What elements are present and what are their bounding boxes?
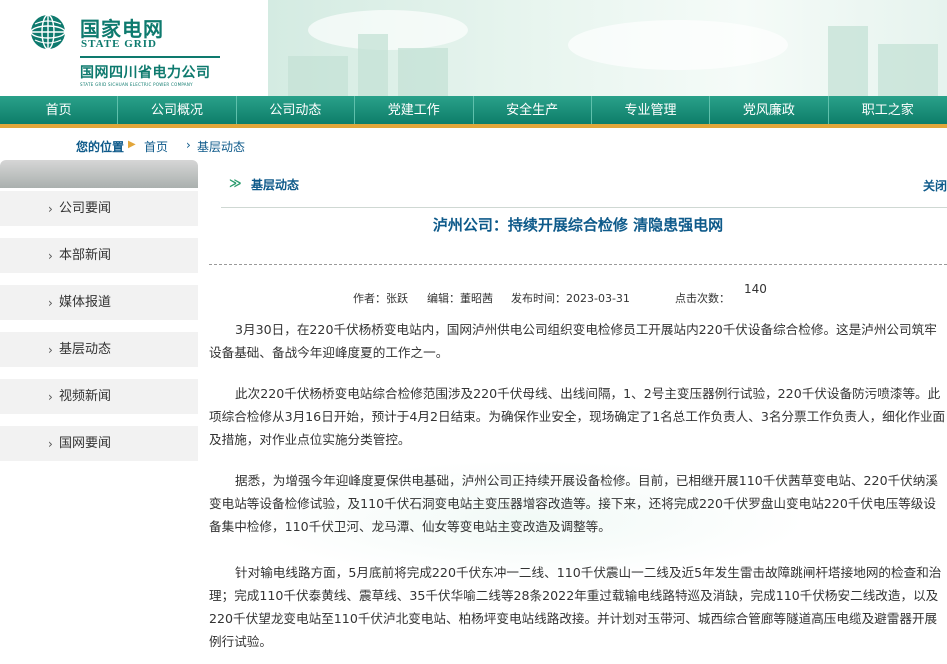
sidebar-item-label: 媒体报道 <box>59 295 112 310</box>
banner-building <box>288 56 348 96</box>
nav-item-integrity[interactable]: 党风廉政 <box>710 96 829 124</box>
breadcrumb: 您的位置 ▶ 首页 › 基层动态 <box>0 132 947 160</box>
breadcrumb-label: 您的位置 <box>76 140 125 154</box>
sidebar-item-label: 基层动态 <box>59 342 112 357</box>
article-date: 发布时间：2023-03-31 <box>511 292 630 305</box>
logo-company-english: STATE GRID SICHUAN ELECTRIC POWER COMPAN… <box>80 82 193 87</box>
nav-item-company-news[interactable]: 公司动态 <box>237 96 356 124</box>
article-paragraph: 3月30日，在220千伏杨桥变电站内，国网泸州供电公司组织变电检修员工开展站内2… <box>209 322 937 360</box>
sidebar-item-state-grid-news[interactable]: › 国网要闻 <box>0 426 198 467</box>
section-title: 基层动态 <box>251 178 300 192</box>
logo-area[interactable]: 国家电网 STATE GRID 国网四川省电力公司 STATE GRID SIC… <box>0 0 268 96</box>
sidebar-item-video-news[interactable]: › 视频新闻 <box>0 379 198 420</box>
click-count-label: 点击次数： <box>675 292 730 305</box>
sidebar-item-hq-news[interactable]: › 本部新闻 <box>0 238 198 279</box>
breadcrumb-home-link[interactable]: 首页 <box>144 138 168 155</box>
chevron-right-icon: › <box>48 390 53 404</box>
nav-item-management[interactable]: 专业管理 <box>592 96 711 124</box>
nav-item-home[interactable]: 首页 <box>0 96 119 124</box>
breadcrumb-current-link[interactable]: 基层动态 <box>197 138 245 155</box>
site-header: 国家电网 STATE GRID 国网四川省电力公司 STATE GRID SIC… <box>0 0 947 96</box>
sidebar-item-grassroots-news[interactable]: › 基层动态 <box>0 332 198 373</box>
chevron-right-icon: › <box>48 296 53 310</box>
article-author: 作者：张跃 <box>353 292 408 305</box>
section-divider <box>221 207 947 208</box>
sidebar-item-label: 公司要闻 <box>59 201 112 216</box>
sidebar-item-label: 视频新闻 <box>59 389 112 404</box>
logo-company-name: 国网四川省电力公司 <box>80 65 211 81</box>
article-editor: 编辑：董昭茜 <box>427 292 493 305</box>
chevron-right-icon: › <box>48 343 53 357</box>
banner-building <box>878 44 938 96</box>
sidebar: › 公司要闻 › 本部新闻 › 媒体报道 › 基层动态 › 视频新闻 › 国网要… <box>0 160 198 664</box>
nav-item-party-building[interactable]: 党建工作 <box>355 96 474 124</box>
chevron-right-icon: › <box>48 437 53 451</box>
banner-building <box>828 26 868 96</box>
click-count-value: 140 <box>744 282 767 296</box>
banner-building <box>398 48 448 96</box>
header-banner <box>268 0 947 96</box>
article-paragraph: 此次220千伏杨桥变电站综合检修范围涉及220千伏母线、出线间隔，1、2号主变压… <box>209 386 946 447</box>
sidebar-item-label: 国网要闻 <box>59 436 112 451</box>
article-paragraph: 据悉，为增强今年迎峰度夏保供电基础，泸州公司正持续开展设备检修。目前，已相继开展… <box>209 473 938 534</box>
nav-item-safety[interactable]: 安全生产 <box>474 96 592 124</box>
sidebar-item-company-news[interactable]: › 公司要闻 <box>0 191 198 232</box>
title-divider <box>209 264 947 265</box>
sidebar-item-label: 本部新闻 <box>59 248 112 263</box>
banner-cloud <box>568 20 788 70</box>
chevron-right-icon: › <box>48 202 53 216</box>
article-title: 泸州公司：持续开展综合检修 清隐患强电网 <box>432 216 724 234</box>
double-chevron-icon: ≫ <box>229 176 241 190</box>
close-link[interactable]: 关闭 <box>923 177 947 194</box>
logo-english-name: STATE GRID <box>81 38 157 50</box>
chevron-right-icon: › <box>48 249 53 263</box>
sidebar-item-media-reports[interactable]: › 媒体报道 <box>0 285 198 326</box>
state-grid-emblem-icon <box>30 14 66 50</box>
sidebar-header <box>0 160 198 188</box>
main-nav: 首页 公司概况 公司动态 党建工作 安全生产 专业管理 党风廉政 职工之家 <box>0 96 947 128</box>
nav-item-company-overview[interactable]: 公司概况 <box>118 96 237 124</box>
nav-item-staff-home[interactable]: 职工之家 <box>829 96 947 124</box>
article-paragraph: 针对输电线路方面，5月底前将完成220千伏东冲一二线、110千伏震山一二线及近5… <box>209 565 942 649</box>
article-area: ≫ 基层动态 关闭 泸州公司：持续开展综合检修 清隐患强电网 作者：张跃 编辑：… <box>209 160 947 664</box>
breadcrumb-arrow-icon: ▶ <box>128 139 136 150</box>
banner-building <box>358 34 388 96</box>
logo-divider <box>80 56 220 58</box>
breadcrumb-separator-icon: › <box>186 138 191 152</box>
banner-cloud <box>308 10 468 50</box>
